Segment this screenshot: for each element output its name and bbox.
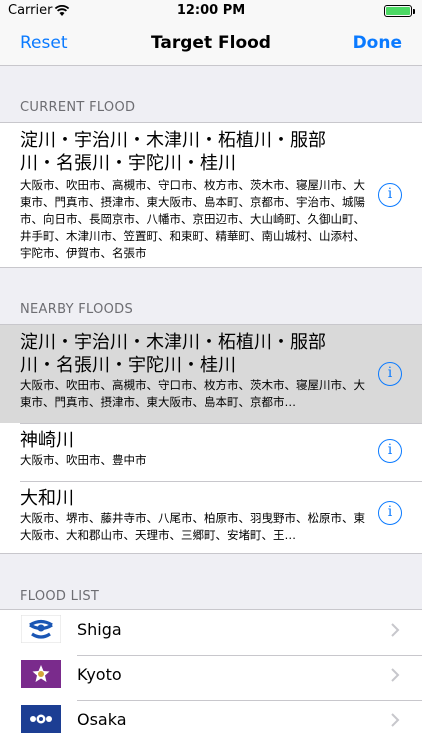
current-flood-cell[interactable]: 淀川・宇治川・木津川・柘植川・服部川・名張川・宇陀川・桂川 大阪市、吹田市、高槻… — [0, 123, 422, 267]
osaka-flag-icon — [21, 705, 61, 733]
flood-cities: 大阪市、堺市、藤井寺市、八尾市、柏原市、羽曳野市、松原市、東大阪市、大和郡山市、… — [20, 511, 365, 542]
flood-cities: 大阪市、吹田市、豊中市 — [20, 453, 147, 467]
current-flood-table: 淀川・宇治川・木津川・柘植川・服部川・名張川・宇陀川・桂川 大阪市、吹田市、高槻… — [0, 122, 422, 268]
kyoto-flag-icon — [21, 660, 61, 688]
row-separator — [20, 423, 422, 424]
nearby-floods-table: 淀川・宇治川・木津川・柘植川・服部川・名張川・宇陀川・桂川 大阪市、吹田市、高槻… — [0, 324, 422, 554]
row-separator — [20, 481, 422, 482]
info-icon[interactable]: i — [378, 183, 402, 207]
flood-title: 淀川・宇治川・木津川・柘植川・服部川・名張川・宇陀川・桂川 — [20, 130, 326, 174]
flood-list-header: FLOOD LIST — [20, 589, 100, 604]
prefecture-label: Kyoto — [77, 665, 122, 684]
flood-title: 淀川・宇治川・木津川・柘植川・服部川・名張川・宇陀川・桂川 — [20, 332, 326, 376]
chevron-right-icon — [391, 713, 400, 727]
battery-icon — [384, 5, 415, 17]
chevron-right-icon — [391, 623, 400, 637]
nearby-flood-cell[interactable]: 大和川 大阪市、堺市、藤井寺市、八尾市、柏原市、羽曳野市、松原市、東大阪市、大和… — [0, 481, 422, 553]
flood-list-table: Shiga Kyoto Osaka — [0, 609, 422, 750]
info-icon[interactable]: i — [378, 439, 402, 463]
flood-title: 神崎川 — [20, 430, 74, 451]
status-bar: Carrier 12:00 PM — [0, 0, 422, 22]
prefecture-row-kyoto[interactable]: Kyoto — [0, 655, 422, 700]
chevron-right-icon — [391, 668, 400, 682]
done-button[interactable]: Done — [353, 33, 402, 53]
navigation-bar: Reset Target Flood Done — [0, 22, 422, 66]
nearby-flood-cell[interactable]: 淀川・宇治川・木津川・柘植川・服部川・名張川・宇陀川・桂川 大阪市、吹田市、高槻… — [0, 325, 422, 423]
prefecture-row-osaka[interactable]: Osaka — [0, 700, 422, 745]
shiga-flag-icon — [21, 615, 61, 643]
prefecture-row-shiga[interactable]: Shiga — [0, 610, 422, 655]
current-flood-header: CURRENT FLOOD — [20, 100, 136, 115]
info-icon[interactable]: i — [378, 362, 402, 386]
nearby-flood-cell[interactable]: 神崎川 大阪市、吹田市、豊中市 i — [0, 423, 422, 481]
prefecture-label: Shiga — [77, 620, 122, 639]
flood-cities: 大阪市、吹田市、高槻市、守口市、枚方市、茨木市、寝屋川市、大東市、門真市、摂津市… — [20, 378, 365, 409]
flood-cities: 大阪市、吹田市、高槻市、守口市、枚方市、茨木市、寝屋川市、大東市、門真市、摂津市… — [20, 178, 365, 260]
prefecture-label: Osaka — [77, 710, 127, 729]
info-icon[interactable]: i — [378, 501, 402, 525]
status-time: 12:00 PM — [176, 3, 246, 18]
flood-title: 大和川 — [20, 488, 74, 509]
nearby-floods-header: NEARBY FLOODS — [20, 302, 134, 317]
